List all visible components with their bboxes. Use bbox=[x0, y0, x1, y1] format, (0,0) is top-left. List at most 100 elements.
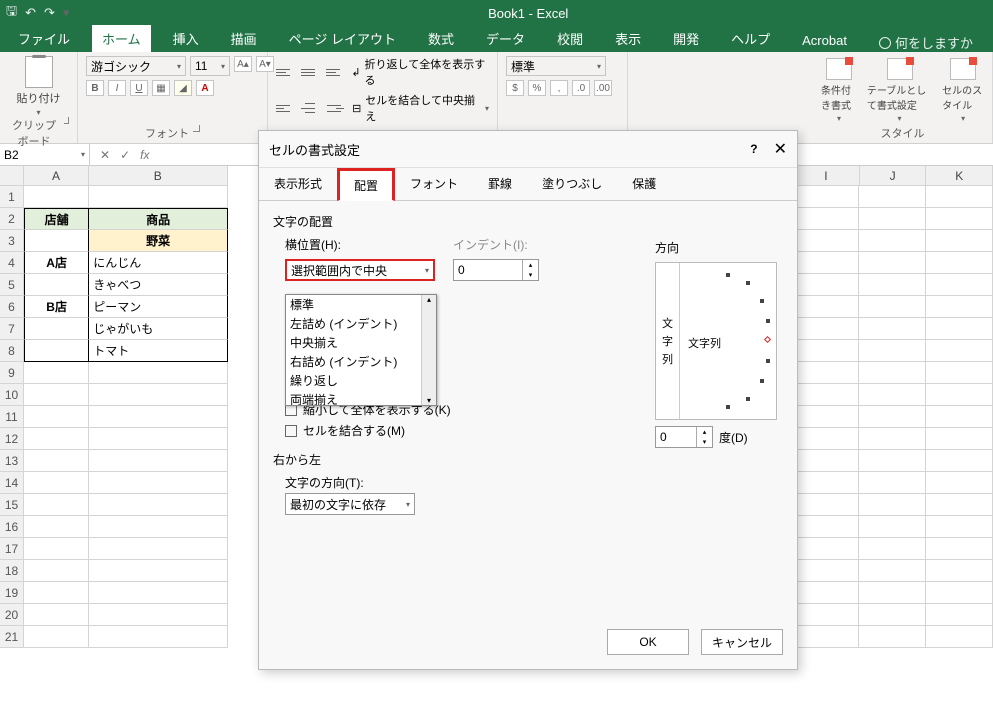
cell[interactable] bbox=[792, 450, 859, 472]
cell[interactable] bbox=[89, 428, 228, 450]
bold-button[interactable]: B bbox=[86, 80, 104, 96]
number-format-combo[interactable]: 標準▾ bbox=[506, 56, 606, 76]
cell[interactable] bbox=[926, 406, 993, 428]
row-head[interactable]: 11 bbox=[0, 406, 24, 428]
row-head[interactable]: 3 bbox=[0, 230, 24, 252]
row-head[interactable]: 7 bbox=[0, 318, 24, 340]
cell[interactable] bbox=[926, 252, 993, 274]
cell[interactable]: にんじん bbox=[89, 252, 228, 274]
cell[interactable] bbox=[926, 560, 993, 582]
cell[interactable] bbox=[926, 428, 993, 450]
cell[interactable] bbox=[89, 560, 228, 582]
row-head[interactable]: 20 bbox=[0, 604, 24, 626]
tab-file[interactable]: ファイル bbox=[8, 25, 80, 52]
cell[interactable] bbox=[24, 450, 89, 472]
cell[interactable] bbox=[24, 362, 89, 384]
cell[interactable] bbox=[792, 472, 859, 494]
cell[interactable] bbox=[792, 208, 859, 230]
cell[interactable] bbox=[89, 362, 228, 384]
cell[interactable] bbox=[792, 340, 859, 362]
cell[interactable] bbox=[859, 582, 926, 604]
cell[interactable] bbox=[926, 230, 993, 252]
cell[interactable] bbox=[859, 560, 926, 582]
merge-center-button[interactable]: ⊟ セルを結合して中央揃え ▾ bbox=[352, 92, 489, 124]
row-head[interactable]: 17 bbox=[0, 538, 24, 560]
orientation-dial[interactable]: 文字列 bbox=[680, 263, 776, 419]
cell[interactable] bbox=[792, 582, 859, 604]
indent-spinner[interactable]: 0 ▴▾ bbox=[453, 259, 539, 281]
cell[interactable] bbox=[89, 604, 228, 626]
cell[interactable] bbox=[792, 428, 859, 450]
horizontal-dropdown-list[interactable]: 標準 左詰め (インデント) 中央揃え 右詰め (インデント) 繰り返し 両端揃… bbox=[285, 294, 437, 406]
cell[interactable] bbox=[89, 450, 228, 472]
cancel-edit-icon[interactable]: ✕ bbox=[100, 148, 110, 162]
cell[interactable] bbox=[859, 516, 926, 538]
dropdown-scrollbar[interactable]: ▴▾ bbox=[421, 295, 436, 405]
cell[interactable] bbox=[859, 626, 926, 648]
cell[interactable] bbox=[926, 186, 993, 208]
cell[interactable] bbox=[926, 340, 993, 362]
cell[interactable] bbox=[89, 494, 228, 516]
percent-button[interactable]: % bbox=[528, 80, 546, 96]
cell[interactable] bbox=[24, 472, 89, 494]
orientation-vertical-button[interactable]: 文字列 bbox=[656, 263, 680, 419]
row-head[interactable]: 10 bbox=[0, 384, 24, 406]
redo-icon[interactable]: ↷ bbox=[44, 5, 55, 21]
cell[interactable] bbox=[859, 406, 926, 428]
fill-color-button[interactable]: ◢ bbox=[174, 80, 192, 96]
cell[interactable] bbox=[926, 318, 993, 340]
cell[interactable] bbox=[24, 626, 89, 648]
spinner-up-icon[interactable]: ▴ bbox=[696, 427, 712, 437]
comma-button[interactable]: , bbox=[550, 80, 568, 96]
cell[interactable] bbox=[926, 516, 993, 538]
cell[interactable] bbox=[859, 186, 926, 208]
font-color-button[interactable]: A bbox=[196, 80, 214, 96]
font-launcher-icon[interactable] bbox=[193, 125, 200, 132]
cell[interactable] bbox=[792, 318, 859, 340]
row-head[interactable]: 6 bbox=[0, 296, 24, 318]
cell[interactable] bbox=[926, 208, 993, 230]
row-head[interactable]: 9 bbox=[0, 362, 24, 384]
tab-help[interactable]: ヘルプ bbox=[721, 25, 780, 52]
conditional-format-button[interactable]: 条件付き書式▾ bbox=[821, 58, 857, 123]
cell[interactable]: B店 bbox=[24, 296, 89, 318]
cell[interactable] bbox=[24, 516, 89, 538]
row-head[interactable]: 8 bbox=[0, 340, 24, 362]
cell[interactable]: トマト bbox=[89, 340, 228, 362]
fx-icon[interactable]: fx bbox=[140, 148, 149, 162]
cell[interactable] bbox=[89, 472, 228, 494]
row-head[interactable]: 13 bbox=[0, 450, 24, 472]
cell[interactable] bbox=[24, 406, 89, 428]
cell[interactable] bbox=[859, 428, 926, 450]
ok-button[interactable]: OK bbox=[607, 629, 689, 655]
dlg-tab-fill[interactable]: 塗りつぶし bbox=[527, 168, 617, 200]
cell[interactable] bbox=[24, 318, 89, 340]
cell-styles-button[interactable]: セルのスタイル▾ bbox=[942, 58, 984, 123]
inc-decimal-button[interactable]: .0 bbox=[572, 80, 590, 96]
cell[interactable] bbox=[792, 296, 859, 318]
tab-developer[interactable]: 開発 bbox=[663, 25, 709, 52]
underline-button[interactable]: U bbox=[130, 80, 148, 96]
cell[interactable] bbox=[859, 362, 926, 384]
currency-button[interactable]: $ bbox=[506, 80, 524, 96]
h-option-0[interactable]: 標準 bbox=[286, 295, 436, 314]
col-head-j[interactable]: J bbox=[860, 166, 927, 186]
increase-font-icon[interactable]: A▴ bbox=[234, 56, 252, 72]
align-left-button[interactable] bbox=[276, 101, 293, 115]
cell[interactable] bbox=[859, 318, 926, 340]
save-icon[interactable]: 🖫 bbox=[6, 2, 17, 24]
confirm-edit-icon[interactable]: ✓ bbox=[120, 148, 130, 162]
cell[interactable] bbox=[24, 384, 89, 406]
align-bottom-button[interactable] bbox=[326, 65, 343, 79]
cell[interactable] bbox=[926, 362, 993, 384]
col-head-a[interactable]: A bbox=[24, 166, 89, 186]
tab-view[interactable]: 表示 bbox=[605, 25, 651, 52]
wrap-text-button[interactable]: ↲ 折り返して全体を表示する bbox=[351, 56, 489, 88]
row-head[interactable]: 2 bbox=[0, 208, 24, 230]
dlg-tab-number[interactable]: 表示形式 bbox=[259, 168, 337, 200]
cell[interactable] bbox=[859, 252, 926, 274]
cell[interactable] bbox=[89, 626, 228, 648]
undo-icon[interactable]: ↶ bbox=[25, 5, 36, 21]
clipboard-launcher-icon[interactable] bbox=[64, 117, 69, 124]
h-option-1[interactable]: 左詰め (インデント) bbox=[286, 314, 436, 333]
